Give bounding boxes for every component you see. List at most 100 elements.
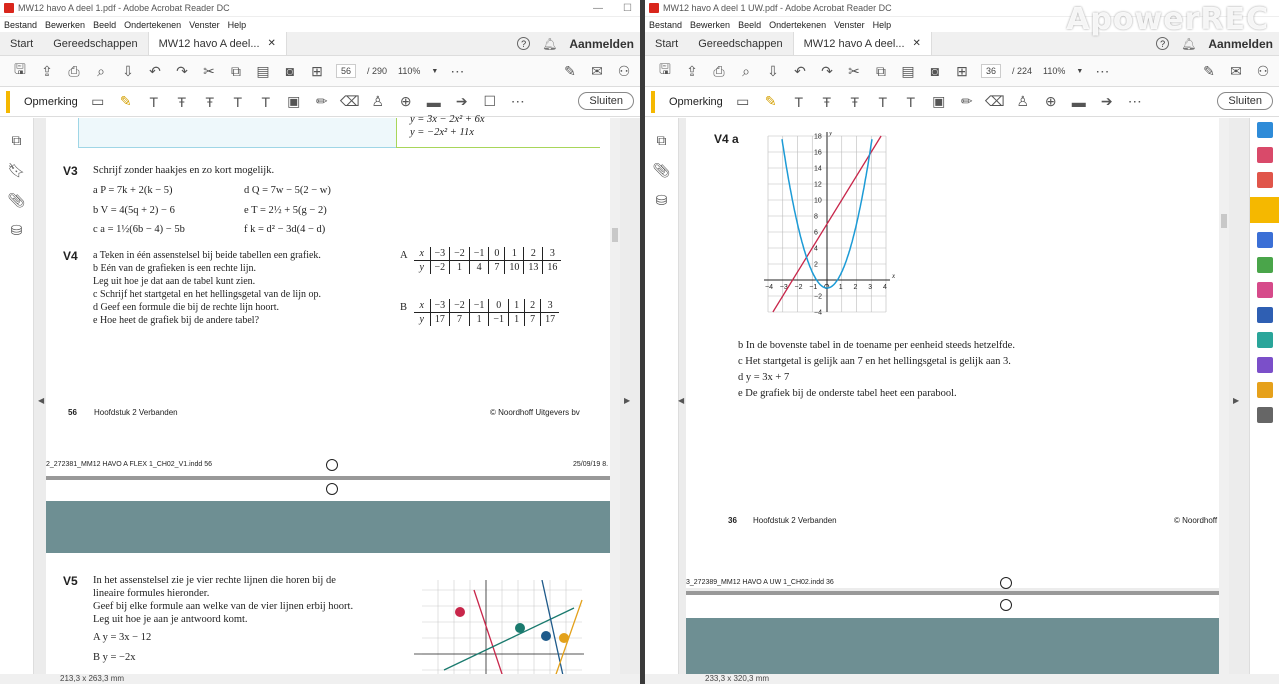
bookmark-icon[interactable]: 🔖︎ — [8, 162, 26, 179]
comment-tool-icon[interactable] — [1249, 197, 1279, 223]
protect-icon[interactable] — [1256, 307, 1273, 323]
mail-icon[interactable]: ✉ — [1228, 63, 1244, 79]
send-review-icon[interactable] — [1256, 382, 1273, 398]
tab-document[interactable]: MW12 havo A deel... ✕ — [147, 32, 287, 55]
eraser-icon[interactable]: ⌫ — [340, 93, 360, 110]
pages-icon[interactable]: ⧉ — [12, 132, 22, 149]
menu-bestand[interactable]: Bestand — [649, 20, 682, 30]
layers-lock-icon[interactable]: ⛁ — [11, 222, 23, 239]
close-comment-button[interactable]: Sluiten — [1217, 92, 1273, 110]
menu-venster[interactable]: Venster — [834, 20, 865, 30]
attach-icon[interactable]: ⊕ — [1043, 93, 1059, 110]
menu-ondertekenen[interactable]: Ondertekenen — [769, 20, 826, 30]
replace-text-icon[interactable]: Ŧ — [202, 94, 218, 110]
save-icon[interactable]: 🖫 — [657, 61, 673, 79]
menu-bewerken[interactable]: Bewerken — [690, 20, 730, 30]
maximize-icon[interactable]: ☐ — [623, 3, 632, 14]
zoom-select[interactable]: 110% — [398, 66, 420, 76]
scrollbar-thumb[interactable] — [1221, 214, 1227, 228]
bell-icon[interactable]: 🔔︎ — [542, 37, 557, 51]
pages-icon[interactable]: ⧉ — [657, 132, 667, 149]
copy-icon[interactable]: ⧉ — [228, 63, 244, 79]
more-tools-icon[interactable] — [1256, 407, 1273, 423]
menu-venster[interactable]: Venster — [189, 20, 220, 30]
close-comment-button[interactable]: Sluiten — [578, 92, 634, 110]
next-page-arrow-icon[interactable]: ▶ — [624, 396, 630, 405]
cut-icon[interactable]: ✂ — [201, 63, 217, 79]
combine-files-icon[interactable] — [1256, 232, 1273, 248]
optimize-icon[interactable] — [1256, 332, 1273, 348]
eraser-icon[interactable]: ⌫ — [985, 93, 1005, 110]
share-user-icon[interactable]: ⚇ — [1255, 63, 1271, 79]
copy-icon[interactable]: ⧉ — [873, 63, 889, 79]
sign-icon[interactable]: ✎ — [1201, 63, 1217, 79]
prev-page-arrow-icon[interactable]: ◀ — [38, 396, 44, 405]
vertical-scrollbar[interactable] — [610, 118, 620, 684]
close-tab-icon[interactable]: ✕ — [913, 38, 921, 49]
menu-ondertekenen[interactable]: Ondertekenen — [124, 20, 181, 30]
add-text-icon[interactable]: T — [258, 94, 274, 110]
sticky-note-icon[interactable]: ▭ — [90, 93, 106, 110]
upload-icon[interactable]: ⇪ — [39, 63, 55, 79]
menu-bewerken[interactable]: Bewerken — [45, 20, 85, 30]
arrow-icon[interactable]: ➔ — [1099, 93, 1115, 110]
insert-text-icon[interactable]: T — [230, 94, 246, 110]
export-icon[interactable]: ⇩ — [120, 63, 136, 79]
stamp-icon[interactable]: ♙ — [370, 93, 386, 110]
signin-button[interactable]: Aanmelden — [1208, 37, 1273, 51]
edit-pdf-icon[interactable] — [1256, 172, 1273, 188]
tab-tools[interactable]: Gereedschappen — [688, 32, 792, 55]
send-sign-icon[interactable] — [1256, 357, 1273, 373]
attachment-icon[interactable]: 📎︎ — [8, 192, 26, 209]
page-number-input[interactable]: 36 — [981, 64, 1002, 78]
page-number-input[interactable]: 56 — [336, 64, 357, 78]
find-icon[interactable]: ⊞ — [309, 63, 325, 79]
tab-start[interactable]: Start — [645, 32, 688, 55]
minimize-icon[interactable]: — — [593, 3, 603, 14]
insert-text-icon[interactable]: T — [875, 94, 891, 110]
zoom-search-icon[interactable]: ⌕ — [93, 63, 109, 79]
rectangle-icon[interactable]: ☐ — [482, 93, 498, 110]
save-icon[interactable]: 🖫 — [12, 61, 28, 79]
pencil-icon[interactable]: ✏ — [959, 93, 975, 110]
create-pdf-icon[interactable] — [1256, 147, 1273, 163]
strikethrough-icon[interactable]: Ŧ — [174, 94, 190, 110]
replace-text-icon[interactable]: Ŧ — [847, 94, 863, 110]
more-icon[interactable]: ⋯ — [1094, 63, 1110, 79]
zoom-select[interactable]: 110% — [1043, 66, 1065, 76]
menu-beeld[interactable]: Beeld — [93, 20, 116, 30]
undo-icon[interactable]: ↶ — [792, 63, 808, 79]
menu-help[interactable]: Help — [228, 20, 247, 30]
more-tools-icon[interactable]: ⋯ — [1127, 93, 1143, 110]
print-icon[interactable]: ⎙ — [711, 63, 727, 79]
print-icon[interactable]: ⎙ — [66, 63, 82, 79]
upload-icon[interactable]: ⇪ — [684, 63, 700, 79]
menu-help[interactable]: Help — [873, 20, 892, 30]
export-icon[interactable]: ⇩ — [765, 63, 781, 79]
more-icon[interactable]: ⋯ — [449, 63, 465, 79]
zoom-dropdown-icon[interactable]: ▼ — [431, 68, 438, 75]
prev-page-arrow-icon[interactable]: ◀ — [678, 396, 684, 405]
find-icon[interactable]: ⊞ — [954, 63, 970, 79]
menu-beeld[interactable]: Beeld — [738, 20, 761, 30]
paste-icon[interactable]: ▤ — [255, 63, 271, 79]
tab-start[interactable]: Start — [0, 32, 43, 55]
menu-bestand[interactable]: Bestand — [4, 20, 37, 30]
underline-text-icon[interactable]: T — [146, 94, 162, 110]
organize-pages-icon[interactable] — [1256, 257, 1273, 273]
vertical-scrollbar[interactable] — [1219, 118, 1229, 684]
more-tools-icon[interactable]: ⋯ — [510, 93, 526, 110]
signin-button[interactable]: Aanmelden — [569, 37, 634, 51]
mail-icon[interactable]: ✉ — [589, 63, 605, 79]
sign-icon[interactable]: ✎ — [562, 63, 578, 79]
help-icon[interactable]: ? — [517, 37, 531, 50]
attachment-icon[interactable]: 📎︎ — [653, 162, 671, 179]
text-box-icon[interactable]: ▣ — [286, 93, 302, 110]
underline-text-icon[interactable]: T — [791, 94, 807, 110]
arrow-icon[interactable]: ➔ — [454, 93, 470, 110]
paste-icon[interactable]: ▤ — [900, 63, 916, 79]
redo-icon[interactable]: ↷ — [174, 63, 190, 79]
layers-lock-icon[interactable]: ⛁ — [656, 192, 668, 209]
line-icon[interactable]: ▬ — [426, 94, 442, 110]
highlight-icon[interactable]: ✎ — [763, 93, 779, 110]
